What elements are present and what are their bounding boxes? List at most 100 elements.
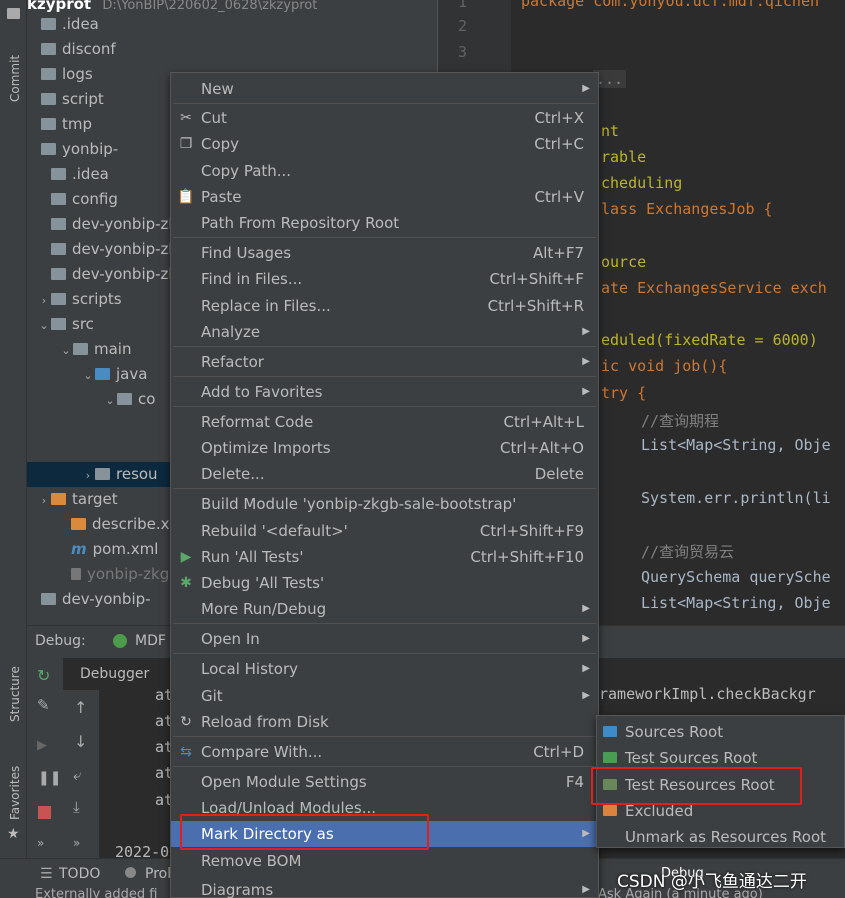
menu-item[interactable]: Remove BOM xyxy=(171,848,598,874)
menu-item[interactable]: Local History ▶ xyxy=(171,656,598,682)
menu-item-label: Copy Path... xyxy=(201,162,292,180)
menu-item-shortcut: Ctrl+V xyxy=(534,188,584,206)
structure-tab[interactable]: Structure xyxy=(8,666,22,722)
menu-item-label: Diagrams xyxy=(201,881,274,898)
menu-item-label: Find in Files... xyxy=(201,270,303,288)
menu-item[interactable]: Optimize Imports Ctrl+Alt+O xyxy=(171,435,598,461)
folder-icon xyxy=(41,43,56,55)
up-arrow-icon[interactable]: ↑ xyxy=(74,698,87,717)
menu-item[interactable]: Add to Favorites ▶ xyxy=(171,379,598,405)
menu-item[interactable]: Analyze ▶ xyxy=(171,319,598,345)
menu-item[interactable]: Rebuild '<default>' Ctrl+Shift+F9 xyxy=(171,518,598,544)
menu-item[interactable]: Find Usages Alt+F7 xyxy=(171,240,598,266)
menu-item[interactable]: ✂ Cut Ctrl+X xyxy=(171,105,598,131)
tree-item-label: .idea xyxy=(62,15,99,33)
compare-icon: ⇆ xyxy=(180,744,192,760)
chevron-icon[interactable]: › xyxy=(37,288,51,313)
submenu-arrow-icon: ▶ xyxy=(582,690,590,701)
favorites-tab[interactable]: Favorites xyxy=(8,766,22,820)
folder-icon xyxy=(51,218,66,230)
down-arrow-icon[interactable]: ↓ xyxy=(74,732,87,751)
menu-item-shortcut: Ctrl+Shift+R xyxy=(487,297,584,315)
commit-tab[interactable]: Commit xyxy=(8,55,22,102)
menu-item-label: Refactor xyxy=(201,353,264,371)
menu-item[interactable]: ▶ Run 'All Tests' Ctrl+Shift+F10 xyxy=(171,544,598,570)
folder-icon xyxy=(51,243,66,255)
menu-item[interactable]: Path From Repository Root xyxy=(171,210,598,236)
tree-item[interactable]: disconf xyxy=(27,37,437,62)
menu-separator xyxy=(173,406,596,407)
submenu-arrow-icon: ▶ xyxy=(582,828,590,839)
menu-item[interactable]: Build Module 'yonbip-zkgb-sale-bootstrap… xyxy=(171,491,598,517)
tree-item[interactable]: .idea xyxy=(27,12,437,37)
more-icon[interactable]: » xyxy=(37,836,44,850)
tree-item-label: co xyxy=(138,390,156,408)
chevron-icon[interactable]: ⌄ xyxy=(37,313,51,338)
console-line: rameworkImpl.checkBackgr xyxy=(599,685,816,703)
folder-icon xyxy=(41,18,56,30)
menu-item[interactable]: New ▶ xyxy=(171,76,598,102)
code-line: package com.yonyou.ucf.mdf.qichen xyxy=(521,0,820,10)
menu-item[interactable]: ⇆ Compare With... Ctrl+D xyxy=(171,739,598,765)
debug-config-tab[interactable]: MDF xyxy=(135,633,166,649)
tree-item-label: scripts xyxy=(72,290,122,308)
menu-item[interactable]: Refactor ▶ xyxy=(171,349,598,375)
chevron-icon[interactable]: › xyxy=(37,488,51,513)
code-line: rable xyxy=(601,148,647,166)
chevron-icon[interactable]: ⌄ xyxy=(59,338,73,363)
menu-item[interactable]: Open Module Settings F4 xyxy=(171,769,598,795)
run-icon: ▶ xyxy=(180,549,192,565)
menu-separator xyxy=(173,237,596,238)
wrap-icon[interactable]: ⤶ xyxy=(73,766,81,784)
wrench-icon[interactable]: ✎ xyxy=(37,696,50,714)
menu-separator xyxy=(173,346,596,347)
menu-item[interactable]: Git ▶ xyxy=(171,683,598,709)
resume-icon[interactable]: ▶ xyxy=(37,738,47,753)
folder-icon xyxy=(117,393,132,405)
menu-item[interactable]: 📋 Paste Ctrl+V xyxy=(171,184,598,210)
pause-icon[interactable]: ❚❚ xyxy=(38,770,61,786)
menu-item[interactable]: Delete... Delete xyxy=(171,461,598,487)
problems-icon xyxy=(125,867,136,878)
code-line: ic void job(){ xyxy=(601,357,728,375)
code-line: nt xyxy=(601,122,620,140)
project-icon[interactable] xyxy=(7,8,20,19)
menu-item[interactable]: Open In ▶ xyxy=(171,626,598,652)
chevron-icon[interactable]: ⌄ xyxy=(103,388,117,413)
chevron-icon[interactable]: › xyxy=(81,463,95,488)
submenu-item[interactable]: Unmark as Resources Root xyxy=(597,824,844,850)
tree-item-label: config xyxy=(72,190,118,208)
scroll-end-icon[interactable]: ⤓ xyxy=(73,798,80,816)
menu-item-label: Find Usages xyxy=(201,244,292,262)
tree-item-label: target xyxy=(72,490,118,508)
menu-item[interactable]: ↻ Reload from Disk xyxy=(171,709,598,735)
tree-item-label: pom.xml xyxy=(92,540,159,558)
menu-item-shortcut: Ctrl+Shift+F10 xyxy=(470,548,584,566)
code-line: List<Map<String, Obje xyxy=(641,436,831,454)
tree-item-label: logs xyxy=(62,65,93,83)
menu-item[interactable]: Find in Files... Ctrl+Shift+F xyxy=(171,266,598,292)
tree-item-label: resou xyxy=(116,465,158,483)
debugger-tab[interactable]: Debugger xyxy=(80,666,149,682)
folder-icon xyxy=(603,726,617,737)
star-icon[interactable]: ★ xyxy=(7,826,20,842)
menu-item[interactable]: ✱ Debug 'All Tests' xyxy=(171,570,598,596)
stop-icon[interactable] xyxy=(38,806,51,819)
more-icon[interactable]: » xyxy=(73,836,80,850)
maven-icon: m xyxy=(71,540,87,558)
menu-item[interactable]: Replace in Files... Ctrl+Shift+R xyxy=(171,293,598,319)
menu-separator xyxy=(173,623,596,624)
menu-item[interactable]: More Run/Debug ▶ xyxy=(171,596,598,622)
rerun-icon[interactable]: ↻ xyxy=(37,666,50,685)
todo-tab[interactable]: TODO xyxy=(59,866,100,882)
menu-item[interactable]: ❐ Copy Ctrl+C xyxy=(171,131,598,157)
menu-item[interactable]: Diagrams ▶ xyxy=(171,877,598,898)
menu-item-label: Local History xyxy=(201,660,299,678)
submenu-item[interactable]: Sources Root xyxy=(597,719,844,745)
code-line: cheduling xyxy=(601,174,683,192)
menu-item[interactable]: Reformat Code Ctrl+Alt+L xyxy=(171,409,598,435)
chevron-icon[interactable]: ⌄ xyxy=(81,363,95,388)
menu-item[interactable]: Copy Path... xyxy=(171,158,598,184)
folder-icon xyxy=(603,805,617,816)
submenu-arrow-icon: ▶ xyxy=(582,386,590,397)
